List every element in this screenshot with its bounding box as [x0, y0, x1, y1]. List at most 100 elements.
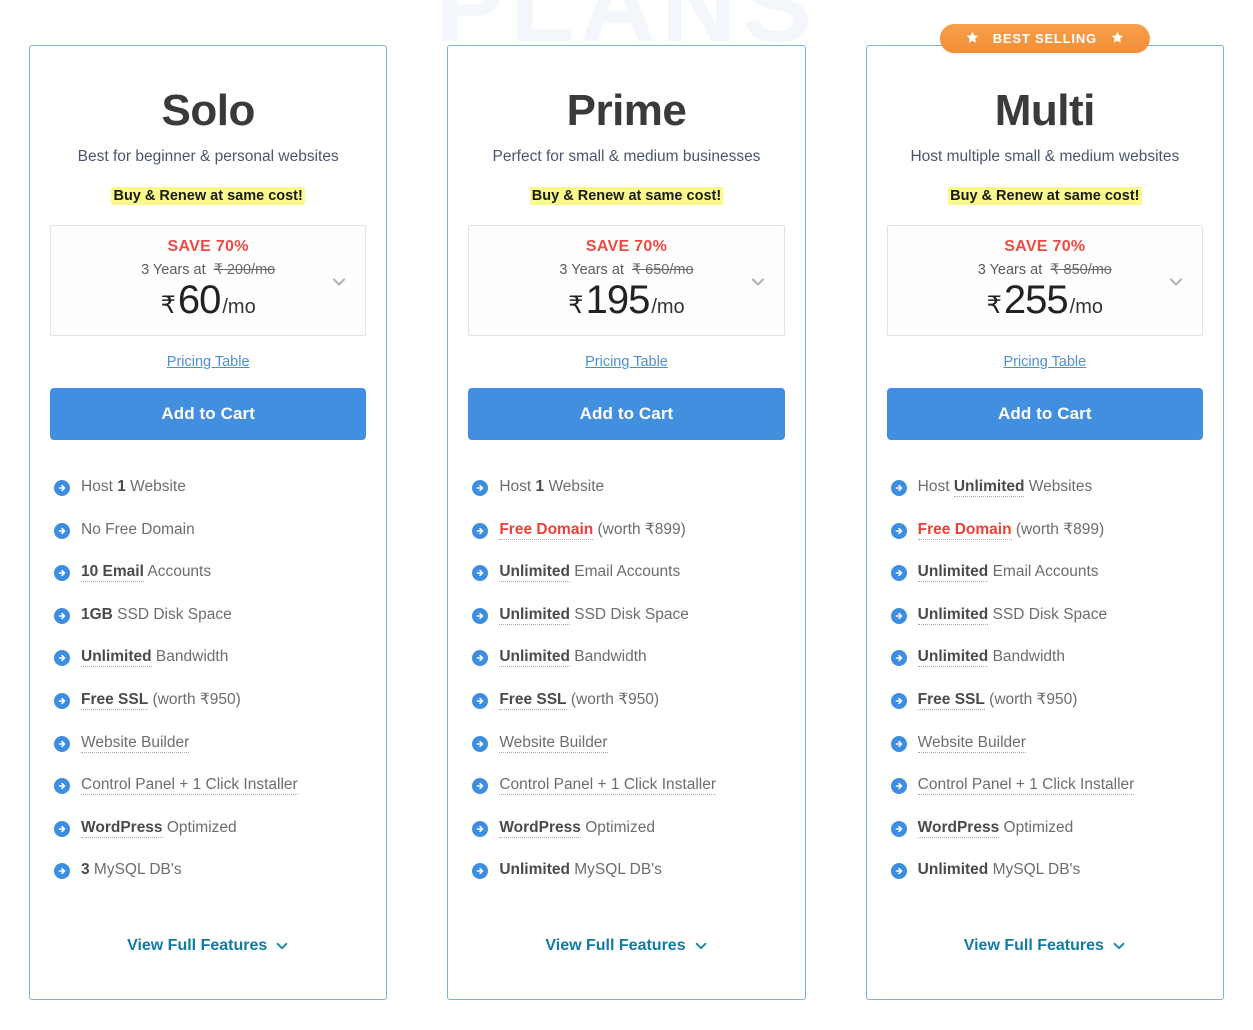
price-box[interactable]: SAVE 70% 3 Years at ₹ 200/mo ₹60/mo [50, 224, 367, 336]
feature-label: Host 1 Website [499, 478, 604, 497]
plan-tagline: Perfect for small & medium businesses [492, 148, 761, 166]
feature-item: Control Panel + 1 Click Installer [890, 776, 1203, 796]
feature-item: Website Builder [890, 733, 1203, 753]
save-percent-label: SAVE 70% [585, 237, 668, 255]
chevron-down-icon[interactable] [1112, 939, 1126, 953]
feature-text-emphasis: 1 [535, 477, 545, 495]
feature-text-emphasis: Unlimited [81, 648, 152, 668]
term-row: 3 Years at ₹ 650/mo [477, 262, 775, 278]
feature-label: Control Panel + 1 Click Installer [917, 776, 1135, 796]
feature-text-emphasis: Unlimited [917, 648, 989, 668]
feature-item: Free Domain (worth ₹899) [890, 520, 1203, 540]
price-box[interactable]: SAVE 70% 3 Years at ₹ 850/mo ₹255/mo [886, 224, 1203, 336]
view-full-features-toggle[interactable]: View Full Features [50, 885, 366, 999]
feature-text-emphasis: Unlimited [499, 605, 570, 625]
currency-symbol: ₹ [986, 291, 1002, 319]
plan-tagline: Host multiple small & medium websites [910, 148, 1180, 166]
feature-text-emphasis: 1GB [81, 605, 113, 623]
arrow-circle-right-icon [472, 735, 489, 752]
feature-label: Unlimited SSD Disk Space [499, 605, 689, 625]
feature-text-emphasis: Free Domain [499, 520, 594, 540]
feature-label: Unlimited Bandwidth [81, 648, 228, 668]
add-to-cart-button[interactable]: Add to Cart [886, 387, 1203, 440]
feature-label: Website Builder [81, 733, 190, 753]
chevron-down-icon[interactable] [275, 939, 289, 953]
renew-note-wrap: Buy & Renew at same cost! [468, 185, 784, 208]
feature-item: Free SSL (worth ₹950) [472, 690, 784, 710]
feature-item: Unlimited MySQL DB's [472, 861, 784, 880]
view-full-features-toggle[interactable]: View Full Features [887, 885, 1203, 999]
price-amount: 60 [177, 277, 221, 322]
chevron-down-icon[interactable] [750, 274, 766, 290]
arrow-circle-right-icon [472, 692, 489, 709]
price-period: /mo [1069, 295, 1103, 318]
feature-item: Control Panel + 1 Click Installer [472, 776, 784, 796]
plan-title: Solo [161, 86, 256, 135]
chevron-down-icon[interactable] [694, 939, 708, 953]
feature-label: Free Domain (worth ₹899) [917, 520, 1104, 540]
feature-list: Host Unlimited Websites Free Domain (wort… [887, 477, 1203, 880]
pricing-table-link[interactable]: Pricing Table [887, 354, 1203, 370]
renew-note: Buy & Renew at same cost! [529, 186, 724, 205]
arrow-circle-right-icon [890, 692, 907, 709]
feature-text-post: SSD Disk Space [569, 605, 689, 623]
feature-item: Website Builder [472, 733, 784, 753]
feature-label: Host Unlimited Websites [917, 477, 1092, 497]
view-full-features-toggle[interactable]: View Full Features [468, 885, 784, 999]
add-to-cart-button[interactable]: Add to Cart [50, 387, 367, 440]
feature-text-post: (worth ₹950) [984, 690, 1078, 708]
arrow-circle-right-icon [54, 522, 70, 539]
add-to-cart-button[interactable]: Add to Cart [468, 387, 785, 440]
term-row: 3 Years at ₹ 200/mo [59, 262, 357, 278]
feature-text-post: (worth ₹950) [148, 690, 241, 708]
feature-text-pre: Host [917, 477, 954, 495]
arrow-circle-right-icon [890, 607, 907, 624]
feature-label: Free SSL (worth ₹950) [81, 690, 241, 710]
feature-text-emphasis: Unlimited [953, 477, 1025, 497]
chevron-down-icon[interactable] [1168, 274, 1184, 290]
arrow-circle-right-icon [890, 522, 907, 539]
feature-label: Website Builder [499, 733, 608, 753]
view-full-features-label: View Full Features [127, 937, 268, 954]
feature-text-pre: Host [81, 477, 118, 495]
feature-item: 10 Email Accounts [54, 563, 366, 583]
price-box[interactable]: SAVE 70% 3 Years at ₹ 650/mo ₹195/mo [468, 224, 785, 336]
feature-text-emphasis: Unlimited [917, 563, 989, 583]
feature-label: Unlimited SSD Disk Space [917, 605, 1107, 625]
pricing-table-link[interactable]: Pricing Table [468, 354, 784, 370]
arrow-circle-right-icon [472, 863, 489, 880]
pricing-page: PLANS Solo Best for beginner & personal w… [0, 0, 1253, 1030]
feature-label: Unlimited Bandwidth [917, 648, 1065, 668]
feature-text-post: (worth ₹899) [593, 520, 686, 538]
renew-note: Buy & Renew at same cost! [111, 186, 305, 205]
renew-note-wrap: Buy & Renew at same cost! [50, 185, 366, 208]
feature-text-emphasis: 3 [81, 861, 90, 879]
feature-text-post: Bandwidth [569, 648, 647, 666]
pricing-table-link[interactable]: Pricing Table [50, 354, 366, 370]
feature-label: WordPress Optimized [81, 818, 237, 838]
feature-text-post: Website Builder [917, 733, 1026, 753]
price-amount: 255 [1003, 277, 1069, 322]
pricing-card-list: Solo Best for beginner & personal website… [29, 24, 1224, 1000]
chevron-down-icon[interactable] [331, 274, 347, 290]
arrow-circle-right-icon [472, 522, 489, 539]
feature-text-post: Email Accounts [569, 563, 681, 581]
arrow-circle-right-icon [472, 650, 489, 667]
feature-list: Host 1 Website No Free Domain 10 Email Acc… [50, 478, 366, 880]
currency-symbol: ₹ [568, 291, 584, 319]
pricing-card-solo: Solo Best for beginner & personal website… [29, 45, 388, 1000]
feature-text-post: No Free Domain [81, 520, 195, 538]
feature-text-emphasis: Unlimited [499, 648, 570, 668]
feature-item: Free Domain (worth ₹899) [472, 520, 784, 540]
arrow-circle-right-icon [54, 863, 70, 880]
feature-item: Control Panel + 1 Click Installer [54, 776, 366, 796]
price-amount: 195 [585, 277, 651, 322]
best-selling-badge-label: BEST SELLING [992, 31, 1097, 46]
feature-item: Unlimited MySQL DB's [890, 861, 1203, 880]
term-label: 3 Years at [141, 261, 206, 278]
arrow-circle-right-icon [890, 820, 907, 837]
arrow-circle-right-icon [54, 607, 70, 624]
feature-label: Free SSL (worth ₹950) [917, 690, 1078, 710]
feature-label: Unlimited Bandwidth [499, 648, 647, 668]
current-price: ₹255/mo [896, 279, 1194, 321]
